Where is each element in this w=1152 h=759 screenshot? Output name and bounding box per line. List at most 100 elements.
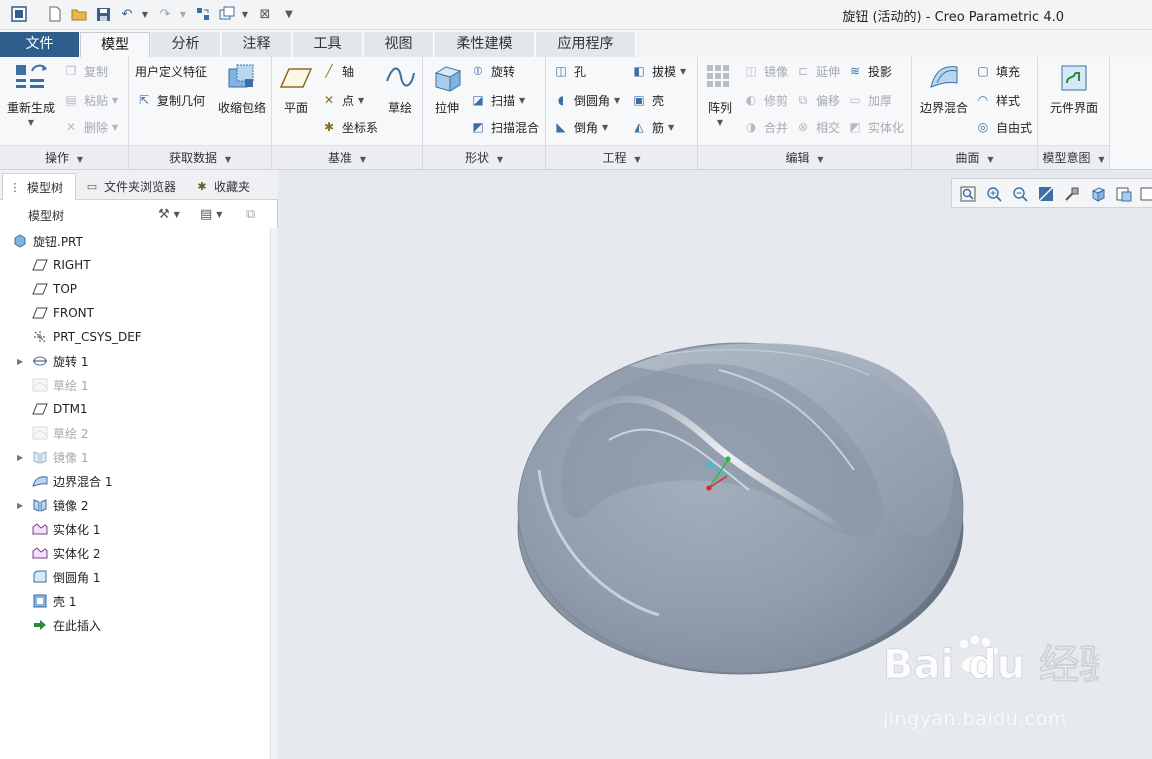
open-folder-icon[interactable] xyxy=(70,5,88,23)
display-style-icon[interactable] xyxy=(1138,184,1152,204)
regenerate-button[interactable]: 重新生成 ▼ xyxy=(4,61,58,127)
delete-button[interactable]: ✕ 删除 ▼ xyxy=(62,117,118,137)
group-label-get-data[interactable]: 获取数据 ▼ xyxy=(129,145,271,169)
tab-model[interactable]: 模型 xyxy=(80,32,150,58)
project-button[interactable]: ≋ 投影 xyxy=(846,61,892,81)
copy-button[interactable]: ❐ 复制 xyxy=(62,61,108,81)
tree-node[interactable]: ▶ 镜像 1 xyxy=(0,446,270,468)
draft-button[interactable]: ◧ 拔模 ▼ xyxy=(630,61,686,81)
fill-button[interactable]: ▢ 填充 xyxy=(974,61,1020,81)
axis-button[interactable]: ╱ 轴 xyxy=(320,61,354,81)
graphics-window[interactable]: Bai du 经验 jingyan.baidu.com xyxy=(279,170,1152,759)
tab-analysis[interactable]: 分析 xyxy=(151,32,221,57)
tree-node[interactable]: 壳 1 xyxy=(0,590,270,612)
tree-node[interactable]: 实体化 1 xyxy=(0,518,270,540)
tree-node[interactable]: RIGHT xyxy=(0,254,270,276)
app-menu-icon[interactable] xyxy=(10,5,28,23)
paste-button[interactable]: ▤ 粘贴 ▼ xyxy=(62,90,118,110)
component-interface-button[interactable]: 元件界面 xyxy=(1044,61,1104,116)
tree-node[interactable]: 草绘 2 xyxy=(0,422,270,444)
shell-button[interactable]: ▣ 壳 xyxy=(630,90,664,110)
repaint-icon[interactable] xyxy=(1036,184,1056,204)
expand-arrow-icon[interactable]: ▶ xyxy=(17,453,23,462)
group-label-surfaces[interactable]: 曲面 ▼ xyxy=(912,145,1037,169)
zoom-in-icon[interactable] xyxy=(984,184,1004,204)
expand-arrow-icon[interactable]: ▶ xyxy=(17,501,23,510)
tree-settings-icon[interactable]: ⚒ ▼ xyxy=(158,204,180,224)
view-manager-icon[interactable] xyxy=(1114,184,1134,204)
panel-scrollbar[interactable] xyxy=(270,228,278,759)
group-label-operations[interactable]: 操作 ▼ xyxy=(0,145,128,169)
group-label-model-intent[interactable]: 模型意图 ▼ xyxy=(1038,145,1109,169)
tree-node[interactable]: 边界混合 1 xyxy=(0,470,270,492)
undo-icon[interactable]: ↶ xyxy=(118,5,136,23)
expand-arrow-icon[interactable]: ▶ xyxy=(17,357,23,366)
tree-node[interactable]: 旋钮.PRT xyxy=(0,230,270,252)
trim-button[interactable]: ◐ 修剪 xyxy=(742,90,788,110)
extrude-button[interactable]: 拉伸 xyxy=(427,61,467,116)
round-button[interactable]: ◖ 倒圆角 ▼ xyxy=(552,90,620,110)
tab-file[interactable]: 文件 xyxy=(0,32,80,57)
tab-favorites[interactable]: ✱ 收藏夹 xyxy=(190,173,260,200)
hole-button[interactable]: ◫ 孔 xyxy=(552,61,586,81)
tree-columns-icon[interactable]: ▤ ▼ xyxy=(200,204,222,224)
intersect-button[interactable]: ⊗ 相交 xyxy=(794,117,840,137)
tree-node[interactable]: FRONT xyxy=(0,302,270,324)
revolve-button[interactable]: ⦶ 旋转 xyxy=(469,61,515,81)
udf-button[interactable]: 用户定义特征 xyxy=(135,61,207,81)
swept-blend-button[interactable]: ◩ 扫描混合 xyxy=(469,117,539,137)
thicken-button[interactable]: ▭ 加厚 xyxy=(846,90,892,110)
rib-button[interactable]: ◭ 筋 ▼ xyxy=(630,117,674,137)
undo-dropdown-icon[interactable]: ▼ xyxy=(140,5,150,23)
csys-button[interactable]: ✱ 坐标系 xyxy=(320,117,378,137)
windows-icon[interactable] xyxy=(218,5,236,23)
new-file-icon[interactable] xyxy=(46,5,64,23)
tab-applications[interactable]: 应用程序 xyxy=(536,32,636,57)
plane-button[interactable]: 平面 xyxy=(276,61,316,116)
freestyle-button[interactable]: ◎ 自由式 xyxy=(974,117,1032,137)
tree-node[interactable]: ▶ 旋转 1 xyxy=(0,350,270,372)
close-window-icon[interactable]: ⊠ xyxy=(256,5,274,23)
sketch-button[interactable]: 草绘 xyxy=(380,61,420,116)
saved-orientations-icon[interactable] xyxy=(1088,184,1108,204)
tree-node[interactable]: DTM1 xyxy=(0,398,270,420)
merge-button[interactable]: ◑ 合并 xyxy=(742,117,788,137)
tree-node[interactable]: PRT_CSYS_DEF xyxy=(0,326,270,348)
customize-toolbar-icon[interactable]: ▼ xyxy=(280,5,298,23)
regenerate-quick-icon[interactable] xyxy=(194,5,212,23)
group-label-shapes[interactable]: 形状 ▼ xyxy=(423,145,545,169)
windows-dropdown-icon[interactable]: ▼ xyxy=(240,5,250,23)
tree-node[interactable]: 倒圆角 1 xyxy=(0,566,270,588)
group-label-engineering[interactable]: 工程 ▼ xyxy=(546,145,697,169)
copy-geometry-button[interactable]: ⇱ 复制几何 xyxy=(135,90,205,110)
tree-node[interactable]: ▶ 镜像 2 xyxy=(0,494,270,516)
point-button[interactable]: ✕ 点 ▼ xyxy=(320,90,364,110)
tab-flexible-modeling[interactable]: 柔性建模 xyxy=(435,32,535,57)
style-button[interactable]: ◠ 样式 xyxy=(974,90,1020,110)
extend-button[interactable]: ⊏ 延伸 xyxy=(794,61,840,81)
refit-icon[interactable] xyxy=(958,184,978,204)
zoom-out-icon[interactable] xyxy=(1010,184,1030,204)
tab-model-tree[interactable]: ⋮ 模型树 xyxy=(2,173,76,200)
redo-dropdown-icon[interactable]: ▼ xyxy=(178,5,188,23)
group-label-editing[interactable]: 编辑 ▼ xyxy=(698,145,911,169)
group-label-datum[interactable]: 基准 ▼ xyxy=(272,145,422,169)
mirror-button[interactable]: ◫ 镜像 xyxy=(742,61,788,81)
tab-tools[interactable]: 工具 xyxy=(293,32,363,57)
tree-node[interactable]: 草绘 1 xyxy=(0,374,270,396)
chamfer-button[interactable]: ◣ 倒角 ▼ xyxy=(552,117,608,137)
regenerate-dropdown-icon[interactable]: ▼ xyxy=(28,118,34,127)
tree-node[interactable]: 在此插入 xyxy=(0,614,270,636)
tab-view[interactable]: 视图 xyxy=(364,32,434,57)
boundary-blend-button[interactable]: 边界混合 xyxy=(916,61,972,116)
redo-icon[interactable]: ↷ xyxy=(156,5,174,23)
tree-node[interactable]: TOP xyxy=(0,278,270,300)
tree-filter-icon[interactable]: ⧉ xyxy=(246,204,255,224)
save-icon[interactable] xyxy=(94,5,112,23)
sweep-button[interactable]: ◪ 扫描 ▼ xyxy=(469,90,525,110)
spin-center-icon[interactable] xyxy=(1062,184,1082,204)
tab-annotate[interactable]: 注释 xyxy=(222,32,292,57)
tab-folder-browser[interactable]: ▭ 文件夹浏览器 xyxy=(80,173,186,200)
solidify-button[interactable]: ◩ 实体化 xyxy=(846,117,904,137)
shrinkwrap-button[interactable]: 收缩包络 xyxy=(215,61,269,116)
